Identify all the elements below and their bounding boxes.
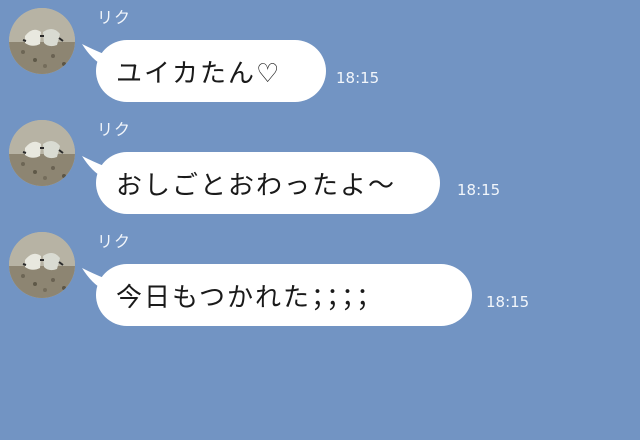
message-bubble[interactable]: おしごとおわったよ〜 — [96, 152, 440, 214]
avatar-photo-icon[interactable] — [9, 232, 75, 298]
sender-name: リク — [97, 8, 132, 27]
chat-log: リク ユイカたん♡ 18:15 リク おしごとおわったよ〜 18:15 リク 今… — [0, 0, 640, 440]
message-row: リク おしごとおわったよ〜 18:15 — [0, 112, 640, 224]
sender-name: リク — [97, 232, 132, 251]
sender-name: リク — [97, 120, 132, 139]
message-row: リク ユイカたん♡ 18:15 — [0, 0, 640, 112]
message-bubble[interactable]: 今日もつかれた；；；； — [96, 264, 472, 326]
message-bubble[interactable]: ユイカたん♡ — [96, 40, 326, 102]
message-time: 18:15 — [336, 69, 380, 87]
message-time: 18:15 — [486, 293, 530, 311]
message-time: 18:15 — [457, 181, 501, 199]
message-row: リク 今日もつかれた；；；； 18:15 — [0, 224, 640, 336]
avatar-photo-icon[interactable] — [9, 8, 75, 74]
avatar-photo-icon[interactable] — [9, 120, 75, 186]
